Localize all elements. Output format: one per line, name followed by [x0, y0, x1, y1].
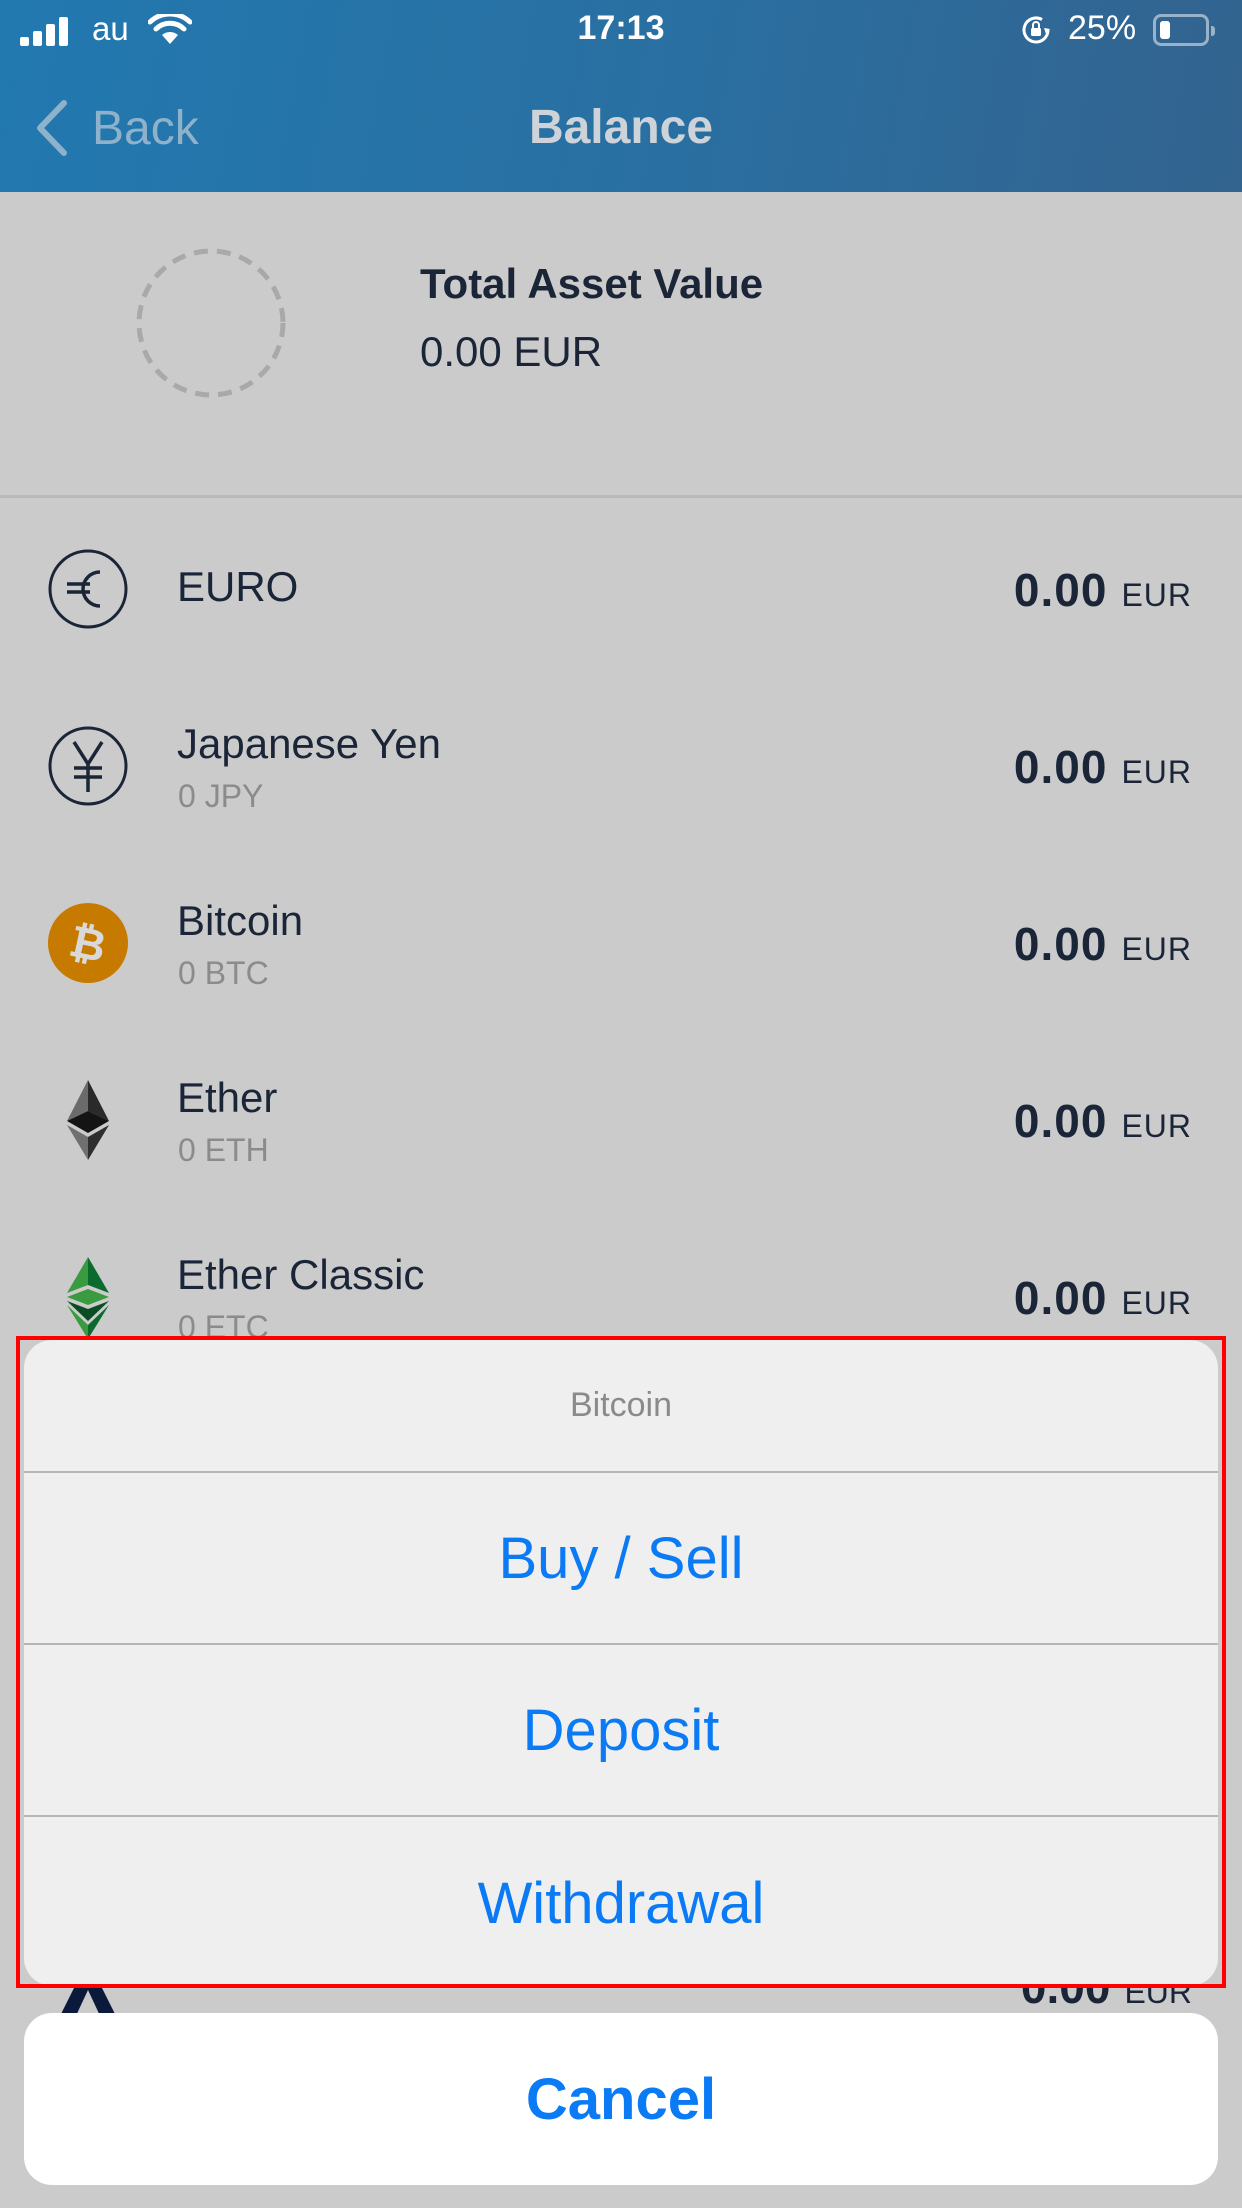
asset-amount-currency: EUR	[1121, 754, 1192, 790]
asset-name: Bitcoin	[177, 897, 304, 944]
total-asset-value: 0.00 EUR	[420, 328, 603, 375]
asset-amount-currency: EUR	[1121, 1108, 1192, 1144]
battery-percent: 25%	[1068, 9, 1137, 47]
asset-list: EURO 0.00 EUR Japanese Yen 0 JPY 0.00 EU…	[0, 501, 1242, 1386]
status-time: 17:13	[577, 9, 665, 47]
asset-donut-chart-placeholder	[136, 248, 286, 398]
asset-amount: 0.00 EUR	[1014, 740, 1192, 794]
asset-row-japanese-yen[interactable]: Japanese Yen 0 JPY 0.00 EUR	[0, 678, 1242, 855]
asset-holding: 0 JPY	[178, 778, 264, 814]
asset-amount-currency: EUR	[1121, 577, 1192, 613]
yen-icon	[48, 726, 128, 806]
euro-icon	[48, 549, 128, 629]
asset-amount-value: 0.00	[1013, 1272, 1108, 1324]
total-asset-summary: Total Asset Value 0.00 EUR	[0, 192, 1242, 498]
ethereum-classic-icon	[67, 1257, 109, 1339]
asset-row-bitcoin[interactable]: ₿ Bitcoin 0 BTC 0.00 EUR	[0, 855, 1242, 1032]
asset-amount-currency: EUR	[1121, 1285, 1192, 1321]
ethereum-icon	[67, 1080, 109, 1160]
asset-row-euro[interactable]: EURO 0.00 EUR	[0, 501, 1242, 678]
action-sheet: Bitcoin Buy / Sell Deposit Withdrawal	[24, 1340, 1218, 1986]
asset-name: Ether Classic	[177, 1251, 425, 1298]
page-title: Balance	[528, 101, 714, 154]
asset-row-ether[interactable]: Ether 0 ETH 0.00 EUR	[0, 1032, 1242, 1209]
asset-holding: 0 BTC	[178, 955, 269, 991]
navigation-bar: Back Balance	[0, 64, 1242, 192]
battery-icon	[1153, 14, 1215, 46]
asset-name: Japanese Yen	[177, 720, 441, 767]
asset-amount: 0.00 EUR	[1014, 917, 1192, 971]
app-header: au 17:13 25% Back Balance	[0, 0, 1242, 192]
asset-amount-value: 0.00	[1013, 741, 1108, 793]
asset-amount-value: 0.00	[1013, 918, 1108, 970]
status-bar: au 17:13 25%	[0, 0, 1242, 64]
withdrawal-button[interactable]: Withdrawal	[24, 1817, 1218, 1986]
asset-amount: 0.00 EUR	[1014, 563, 1192, 617]
total-asset-label: Total Asset Value	[420, 260, 764, 307]
asset-amount-currency: EUR	[1121, 931, 1192, 967]
buy-sell-button[interactable]: Buy / Sell	[24, 1473, 1218, 1645]
asset-amount-value: 0.00	[1013, 1095, 1108, 1147]
action-sheet-title: Bitcoin	[24, 1340, 1218, 1473]
asset-amount: 0.00 EUR	[1014, 1271, 1192, 1325]
rotation-lock-icon	[1022, 16, 1050, 44]
cancel-button[interactable]: Cancel	[24, 2013, 1218, 2185]
bitcoin-icon: ₿	[48, 903, 128, 983]
asset-name: EURO	[177, 563, 299, 610]
asset-amount: 0.00 EUR	[1014, 1094, 1192, 1148]
asset-amount-value: 0.00	[1013, 564, 1108, 616]
asset-holding: 0 ETH	[178, 1132, 269, 1168]
deposit-button[interactable]: Deposit	[24, 1645, 1218, 1817]
asset-name: Ether	[177, 1074, 278, 1121]
